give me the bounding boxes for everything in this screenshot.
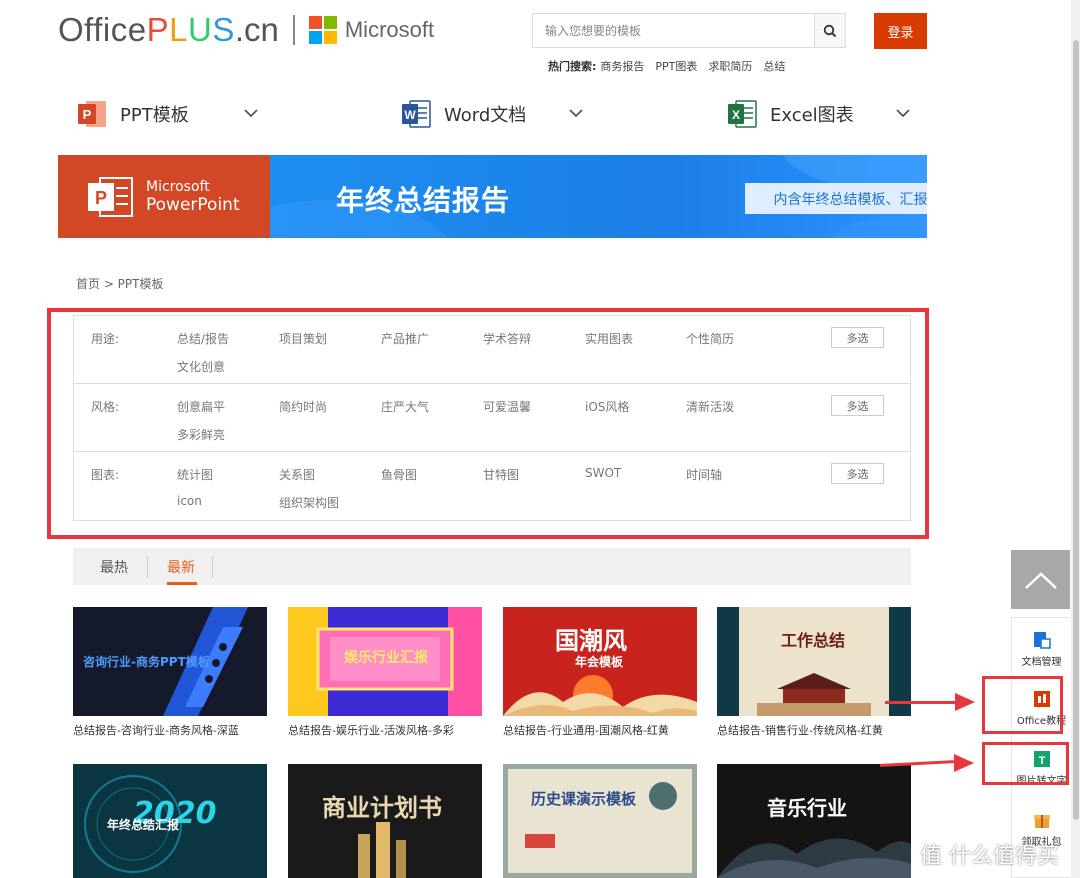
thumbnail-art bbox=[503, 764, 697, 878]
annotation-highlight-box bbox=[982, 742, 1069, 785]
login-button[interactable]: 登录 bbox=[874, 13, 927, 49]
tab-hottest[interactable]: 最热 bbox=[100, 557, 128, 577]
hot-search-term[interactable]: 商务报告 bbox=[600, 58, 644, 74]
chevron-down-icon[interactable] bbox=[244, 106, 258, 120]
thumbnail-title: 国潮风 bbox=[555, 627, 627, 655]
breadcrumb[interactable]: 首页 > PPT模板 bbox=[76, 275, 164, 292]
template-card[interactable]: 2020 年终总结汇报 bbox=[73, 764, 267, 878]
word-icon: W bbox=[400, 98, 432, 130]
template-thumbnail[interactable]: 咨询行业-商务PPT模板 bbox=[73, 607, 267, 716]
template-thumbnail[interactable]: 2020 年终总结汇报 bbox=[73, 764, 267, 878]
site-logo[interactable]: Office PLUS .cn Microsoft bbox=[58, 10, 434, 50]
category-excel[interactable]: X Excel图表 bbox=[726, 96, 854, 132]
microsoft-logo-icon bbox=[308, 16, 337, 44]
template-card[interactable]: 音乐行业 bbox=[717, 764, 911, 878]
thumbnail-title: 娱乐行业汇报 bbox=[344, 650, 428, 666]
tab-divider bbox=[147, 556, 148, 578]
template-thumbnail[interactable]: 音乐行业 bbox=[717, 764, 911, 878]
chevron-down-icon[interactable] bbox=[896, 106, 910, 120]
annotation-arrow-head bbox=[955, 693, 975, 711]
svg-text:P: P bbox=[83, 107, 92, 122]
category-word[interactable]: W Word文档 bbox=[400, 96, 526, 132]
svg-text:W: W bbox=[404, 108, 416, 122]
category-ppt[interactable]: P PPT模板 bbox=[76, 96, 189, 132]
template-caption[interactable]: 总结报告-行业通用-国潮风格-红黄 bbox=[503, 722, 697, 738]
tab-divider bbox=[212, 556, 213, 578]
template-caption[interactable]: 总结报告-咨询行业-商务风格-深蓝 bbox=[73, 722, 267, 738]
annotation-highlight-box bbox=[982, 676, 1063, 734]
template-thumbnail[interactable]: 工作总结 bbox=[717, 607, 911, 716]
tab-newest[interactable]: 最新 bbox=[167, 557, 195, 577]
template-caption[interactable]: 总结报告-销售行业-传统风格-红黄 bbox=[717, 722, 911, 738]
template-card[interactable]: 国潮风 年会模板 总结报告-行业通用-国潮风格-红黄 bbox=[503, 607, 697, 738]
hot-searches: 热门搜索: 商务报告 PPT图表 求职简历 总结 bbox=[548, 58, 785, 74]
template-card[interactable]: 工作总结 总结报告-销售行业-传统风格-红黄 bbox=[717, 607, 911, 738]
chevron-up-icon bbox=[1024, 571, 1057, 589]
thumbnail-title: 年终总结汇报 bbox=[107, 818, 180, 832]
category-label: PPT模板 bbox=[120, 105, 189, 126]
search-box bbox=[532, 13, 846, 48]
hot-search-term[interactable]: 求职简历 bbox=[708, 58, 752, 74]
annotation-arrow-head bbox=[954, 754, 974, 772]
template-thumbnail[interactable]: 历史课演示模板 bbox=[503, 764, 697, 878]
back-to-top-button[interactable] bbox=[1011, 550, 1070, 609]
template-caption[interactable]: 总结报告-娱乐行业-活泼风格-多彩 bbox=[288, 722, 482, 738]
banner-microsoft-text: Microsoft bbox=[146, 178, 210, 195]
hot-search-term[interactable]: 总结 bbox=[763, 58, 785, 74]
search-input[interactable] bbox=[533, 14, 814, 47]
side-item-label: 文档管理 bbox=[1021, 657, 1062, 668]
active-tab-indicator bbox=[167, 582, 197, 585]
svg-text:X: X bbox=[732, 108, 740, 122]
annotation-arrow bbox=[885, 701, 957, 704]
svg-text:P: P bbox=[95, 188, 107, 208]
thumbnail-art bbox=[717, 607, 911, 716]
category-label: Word文档 bbox=[444, 105, 527, 126]
banner-main: 年终总结报告 内含年终总结模板、汇报范文和汇报小技巧 bbox=[270, 155, 927, 238]
logo-cn-text: .cn bbox=[234, 11, 279, 48]
powerpoint-icon: P bbox=[76, 98, 108, 130]
side-item-doc-manage[interactable]: 文档管理 bbox=[1012, 630, 1071, 668]
hot-search-term[interactable]: PPT图表 bbox=[655, 58, 697, 74]
watermark-text: 值 什么值得买 bbox=[920, 844, 1059, 869]
template-card[interactable]: 商业计划书 bbox=[288, 764, 482, 878]
excel-icon: X bbox=[726, 98, 758, 130]
template-thumbnail[interactable]: 商业计划书 bbox=[288, 764, 482, 878]
microsoft-text: Microsoft bbox=[344, 17, 435, 42]
powerpoint-logo-icon: P bbox=[88, 176, 133, 217]
promo-banner[interactable]: P Microsoft PowerPoint 年终总结报告 内含年终总结模板、汇… bbox=[58, 155, 927, 238]
logo-divider bbox=[292, 15, 295, 45]
template-card[interactable]: 娱乐行业汇报 总结报告-娱乐行业-活泼风格-多彩 bbox=[288, 607, 482, 738]
gift-icon bbox=[1032, 810, 1052, 830]
thumbnail-subtitle: 年会模板 bbox=[575, 655, 624, 669]
thumbnail-title: 咨询行业-商务PPT模板 bbox=[83, 655, 210, 669]
sort-tabs: 最热 最新 bbox=[73, 548, 911, 585]
logo-plus-text: PLUS bbox=[146, 11, 235, 48]
search-button[interactable] bbox=[814, 14, 845, 47]
annotation-highlight-box bbox=[47, 308, 929, 539]
template-card[interactable]: 历史课演示模板 bbox=[503, 764, 697, 878]
scrollbar-thumb[interactable] bbox=[1073, 40, 1079, 820]
thumbnail-title: 商业计划书 bbox=[322, 794, 442, 822]
annotation-arrow bbox=[879, 760, 954, 767]
template-thumbnail[interactable]: 娱乐行业汇报 bbox=[288, 607, 482, 716]
template-card[interactable]: 咨询行业-商务PPT模板 总结报告-咨询行业-商务风格-深蓝 bbox=[73, 607, 267, 738]
banner-title: 年终总结报告 bbox=[336, 184, 511, 217]
category-label: Excel图表 bbox=[770, 105, 854, 126]
banner-powerpoint-text: PowerPoint bbox=[146, 194, 240, 215]
chevron-down-icon[interactable] bbox=[569, 106, 583, 120]
thumbnail-title: 历史课演示模板 bbox=[531, 790, 637, 808]
thumbnail-title: 工作总结 bbox=[781, 631, 846, 650]
thumbnail-title: 音乐行业 bbox=[767, 796, 847, 820]
thumbnail-art bbox=[717, 838, 911, 878]
hot-search-label: 热门搜索: bbox=[548, 60, 597, 73]
document-manage-icon bbox=[1032, 630, 1052, 650]
powerpoint-brand: P Microsoft PowerPoint bbox=[58, 155, 270, 238]
search-icon bbox=[823, 24, 837, 37]
banner-tag[interactable]: 内含年终总结模板、汇报范文和汇报小技巧 bbox=[745, 183, 927, 214]
template-thumbnail[interactable]: 国潮风 年会模板 bbox=[503, 607, 697, 716]
logo-office-text: Office bbox=[58, 11, 147, 48]
